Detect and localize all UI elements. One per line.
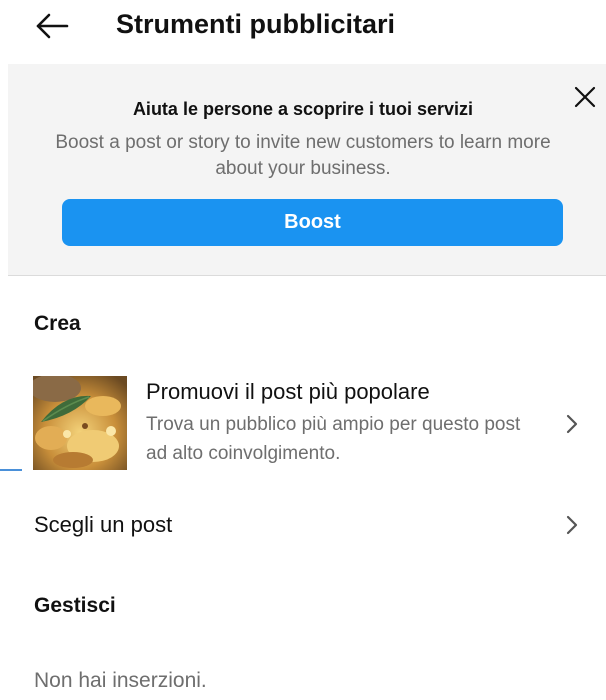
chevron-right-icon bbox=[562, 412, 582, 436]
promo-title: Aiuta le persone a scoprire i tuoi servi… bbox=[132, 99, 474, 119]
edge-divider bbox=[0, 469, 22, 471]
top-bar: Strumenti pubblicitari bbox=[0, 0, 606, 60]
manage-section-label: Gestisci bbox=[34, 594, 116, 617]
promote-popular-subtitle: Trova un pubblico più ampio per questo p… bbox=[146, 414, 521, 464]
chevron-right-icon bbox=[562, 513, 582, 537]
no-ads-message: Non hai inserzioni. bbox=[34, 669, 207, 692]
post-thumbnail bbox=[33, 376, 127, 470]
choose-post-label: Scegli un post bbox=[34, 512, 173, 537]
page-title: Strumenti pubblicitari bbox=[116, 9, 396, 39]
promote-popular-title: Promuovi il post più popolare bbox=[146, 379, 430, 404]
ad-tools-screen: Strumenti pubblicitari Aiuta le persone … bbox=[0, 0, 606, 700]
boost-button[interactable]: Boost bbox=[62, 199, 563, 246]
choose-post-row[interactable]: Scegli un post bbox=[8, 511, 606, 541]
back-button[interactable] bbox=[30, 6, 74, 46]
boost-promo-card: Aiuta le persone a scoprire i tuoi servi… bbox=[8, 64, 606, 276]
arrow-left-icon bbox=[36, 13, 69, 39]
promote-popular-post-row[interactable]: Promuovi il post più popolare Trova un p… bbox=[8, 376, 606, 472]
create-section-label: Crea bbox=[34, 312, 81, 335]
promo-description: Boost a post or story to invite new cust… bbox=[55, 132, 551, 179]
